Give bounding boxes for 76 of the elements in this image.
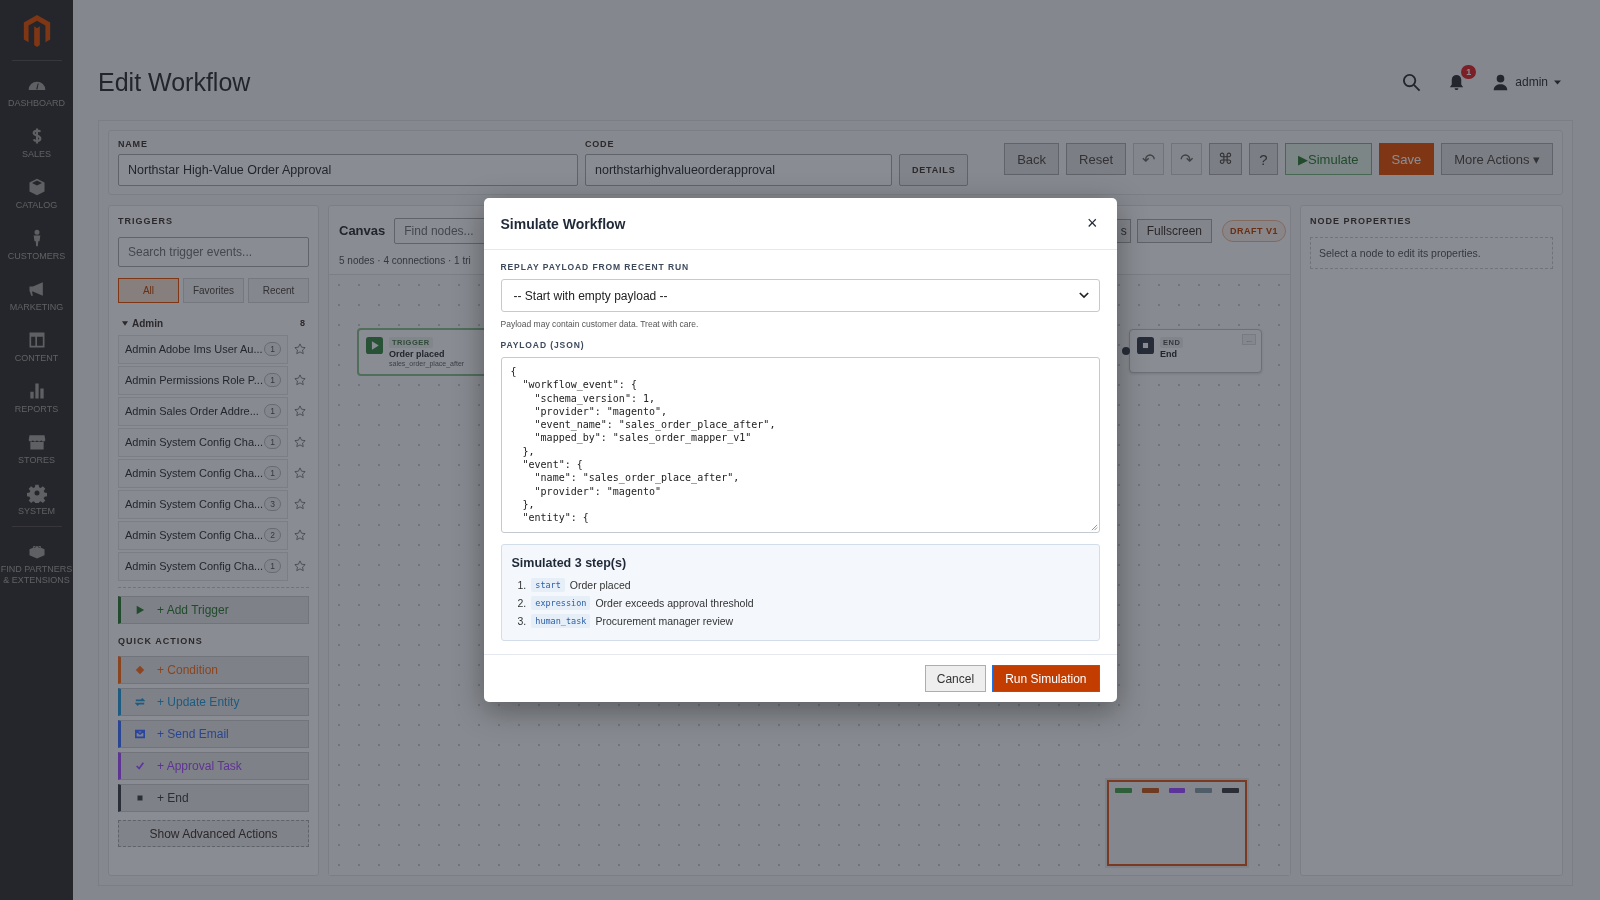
- step-type: expression: [531, 596, 591, 610]
- step-number: 1.: [517, 579, 527, 591]
- code-field[interactable]: northstarhighvalueorderapproval: [585, 154, 892, 186]
- result-title: Simulated 3 step(s): [511, 556, 628, 570]
- count-badge: 1: [264, 404, 281, 418]
- step-number: 2.: [517, 597, 527, 609]
- filter-tab[interactable]: All: [118, 278, 179, 303]
- count-badge: 1: [264, 373, 281, 387]
- nav-item[interactable]: CATALOG: [0, 169, 73, 220]
- toolbar-button[interactable]: More Actions ▾: [1441, 143, 1553, 175]
- field-label: CODE: [585, 139, 616, 149]
- count-badge: 1: [264, 342, 281, 356]
- count-badge: 1: [264, 435, 281, 449]
- trigger-item[interactable]: Admin System Config Cha... 1: [118, 427, 288, 457]
- step-type: start: [531, 578, 565, 592]
- toolbar-button[interactable]: ?: [1249, 143, 1278, 175]
- run-simulation-button[interactable]: Run Simulation: [992, 665, 1100, 692]
- trigger-item[interactable]: Admin Permissions Role P... 1: [118, 365, 288, 395]
- step-label: Order placed: [569, 579, 631, 591]
- canvas-title: Canvas: [339, 223, 386, 238]
- nav-item[interactable]: FIND PARTNERS & EXTENSIONS: [0, 533, 73, 595]
- empty-state: Select a node to edit its properties.: [1310, 237, 1553, 269]
- details-button[interactable]: DETAILS: [899, 154, 969, 186]
- quick-action-button[interactable]: + End: [118, 784, 309, 812]
- trigger-item[interactable]: Admin Adobe Ims User Au... 1: [118, 334, 288, 364]
- nav-item[interactable]: REPORTS: [0, 373, 73, 424]
- toolbar-button[interactable]: ⌘: [1209, 143, 1242, 175]
- toolbar-button[interactable]: Reset: [1066, 143, 1126, 175]
- filter-tab[interactable]: Favorites: [183, 278, 244, 303]
- name-field[interactable]: Northstar High-Value Order Approval: [118, 154, 578, 186]
- group-count: 8: [300, 318, 305, 328]
- step-label: Procurement manager review: [595, 615, 734, 627]
- count-badge: 1: [264, 466, 281, 480]
- nav-item[interactable]: CONTENT: [0, 322, 73, 373]
- add-trigger-button[interactable]: + Add Trigger: [118, 596, 309, 624]
- notification-badge: 1: [1461, 64, 1477, 79]
- trigger-item[interactable]: Admin System Config Cha... 2: [118, 520, 288, 550]
- field-label: REPLAY PAYLOAD FROM RECENT RUN: [500, 262, 691, 272]
- trigger-item[interactable]: Admin System Config Cha... 3: [118, 489, 288, 519]
- field-label: NAME: [118, 139, 149, 149]
- filter-tab[interactable]: Recent: [248, 278, 309, 303]
- step-type: human_task: [531, 614, 591, 628]
- page-title: Edit Workflow: [98, 67, 252, 97]
- replay-select[interactable]: -- Start with empty payload --: [500, 279, 1100, 312]
- hint-text: Payload may contain customer data. Treat with care.: [500, 319, 700, 329]
- advanced-actions-button[interactable]: Show Advanced Actions: [118, 820, 309, 847]
- count-badge: 1: [264, 559, 281, 573]
- step-number: 3.: [517, 615, 527, 627]
- trigger-item[interactable]: Admin System Config Cha... 1: [118, 458, 288, 488]
- panel-title: TRIGGERS: [118, 216, 174, 226]
- node-label: End: [1160, 349, 1177, 359]
- user-menu[interactable]: admin: [1492, 73, 1561, 91]
- close-button[interactable]: ×: [1085, 213, 1100, 234]
- quick-action-button[interactable]: + Update Entity: [118, 688, 309, 716]
- nav-item[interactable]: MARKETING: [0, 271, 73, 322]
- canvas-button[interactable]: Fullscreen: [1136, 218, 1212, 243]
- count-badge: 3: [264, 497, 281, 511]
- quick-action-button[interactable]: + Condition: [118, 656, 309, 684]
- toolbar-button[interactable]: Save: [1378, 143, 1435, 175]
- status-badge: DRAFT V1: [1222, 219, 1286, 242]
- step-label: Order exceeds approval threshold: [595, 597, 754, 609]
- count-badge: 2: [264, 528, 281, 542]
- toolbar-button[interactable]: ▶Simulate: [1285, 143, 1372, 175]
- trigger-item[interactable]: Admin Sales Order Addre... 1: [118, 396, 288, 426]
- quick-action-button[interactable]: + Approval Task: [118, 752, 309, 780]
- section-title: QUICK ACTIONS: [118, 636, 204, 646]
- trigger-item[interactable]: Admin System Config Cha... 1: [118, 551, 288, 581]
- toolbar-button[interactable]: Back: [1004, 143, 1060, 175]
- search-field[interactable]: Search trigger events...: [118, 237, 309, 267]
- nav-item[interactable]: CUSTOMERS: [0, 220, 73, 271]
- cancel-button[interactable]: Cancel: [924, 665, 987, 692]
- quick-action-button[interactable]: + Send Email: [118, 720, 309, 748]
- panel-title: NODE PROPERTIES: [1310, 216, 1413, 226]
- group-name: Admin: [132, 317, 164, 329]
- node-label: Order placed: [389, 349, 445, 359]
- payload-field[interactable]: { "workflow_event": { "schema_version": 1, "provider": "magento", "event_name": "sales_order_place_after", "mapped_by": "sales_order_mapper_v1" }, "event": { "name": "sales_order_place_after", "provider": "magento" }, "entity": {: [500, 357, 1100, 533]
